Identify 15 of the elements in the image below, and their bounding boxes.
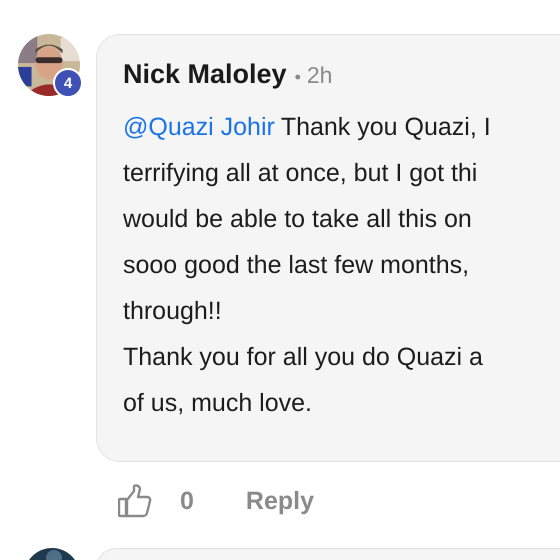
reply-button[interactable]: Reply xyxy=(246,486,314,516)
mention-link[interactable]: @Quazi Johir xyxy=(123,113,275,141)
author-name[interactable]: Nick Maloley xyxy=(123,59,287,90)
comment-text: Thank you Quazi, I xyxy=(280,113,491,141)
comment-text: through!! xyxy=(123,297,222,325)
comment-text: sooo good the last few months, xyxy=(123,251,470,279)
separator-dot: • xyxy=(294,67,301,88)
comment-text: would be able to take all this on xyxy=(123,205,472,233)
level-badge: 4 xyxy=(53,68,83,98)
comment-text: Thank you for all you do Quazi a xyxy=(123,343,483,371)
thumbs-up-icon[interactable] xyxy=(118,484,152,518)
comment-time: 2h xyxy=(306,62,332,89)
like-count: 0 xyxy=(180,486,194,516)
comment-text: of us, much love. xyxy=(123,389,312,417)
comment-text: terrifying all at once, but I got thi xyxy=(123,159,478,187)
